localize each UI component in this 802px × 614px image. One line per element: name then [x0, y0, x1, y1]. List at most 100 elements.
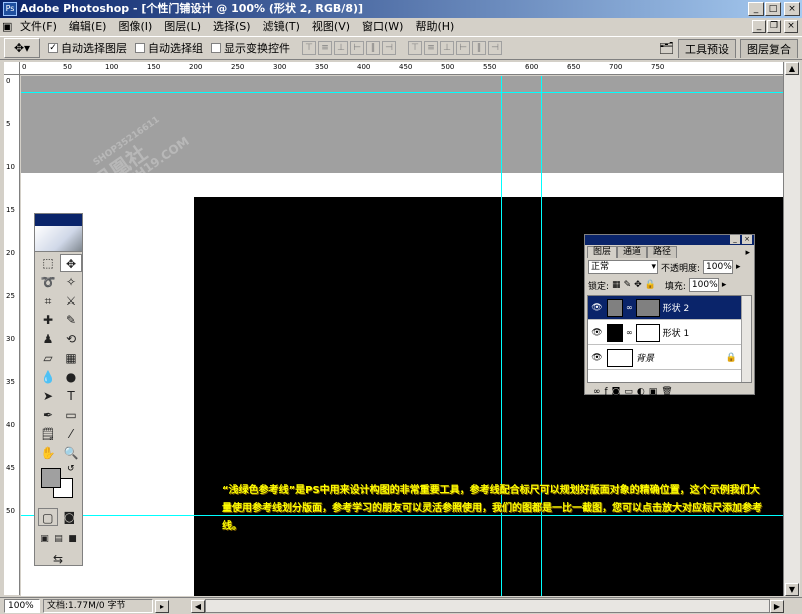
menu-layer[interactable]: 图层(L): [158, 18, 207, 36]
adjustment-layer-icon[interactable]: ◐: [637, 387, 645, 397]
swap-colors-icon[interactable]: ↺: [67, 464, 75, 474]
lock-transparency-icon[interactable]: ▦: [612, 280, 621, 290]
close-button[interactable]: ×: [784, 2, 800, 16]
menu-file[interactable]: 文件(F): [14, 18, 63, 36]
crop-tool-icon[interactable]: ⌗: [37, 292, 59, 310]
tab-tool-presets[interactable]: 工具预设: [678, 38, 736, 58]
marquee-tool-icon[interactable]: ⬚: [37, 254, 59, 272]
lock-all-icon[interactable]: 🔒: [645, 280, 656, 290]
tab-channels[interactable]: 通道: [617, 246, 648, 258]
auto-select-layer-checkbox[interactable]: ✓ 自动选择图层: [48, 40, 127, 56]
auto-select-group-checkbox[interactable]: 自动选择组: [135, 40, 203, 56]
minimize-button[interactable]: _: [748, 2, 764, 16]
delete-layer-icon[interactable]: 🗑: [661, 387, 672, 397]
show-transform-checkbox[interactable]: 显示变换控件: [211, 40, 290, 56]
panel-close-icon[interactable]: ×: [742, 235, 752, 244]
lasso-tool-icon[interactable]: ➰: [37, 273, 59, 291]
menu-view[interactable]: 视图(V): [306, 18, 356, 36]
distribute-top-icon[interactable]: ⊤: [408, 41, 422, 55]
align-right-icon[interactable]: ⊣: [382, 41, 396, 55]
magic-wand-icon[interactable]: ✧: [60, 273, 82, 291]
layers-panel-title-bar[interactable]: _ ×: [585, 235, 754, 245]
document-icon[interactable]: ▣: [0, 18, 14, 36]
tab-layer-comps[interactable]: 图层复合: [740, 38, 798, 58]
menu-filter[interactable]: 滤镜(T): [257, 18, 306, 36]
file-browser-icon[interactable]: 🗂: [659, 41, 674, 55]
tab-paths[interactable]: 路径: [647, 246, 678, 258]
link-layers-icon[interactable]: ∞: [593, 387, 601, 397]
align-left-icon[interactable]: ⊢: [350, 41, 364, 55]
healing-brush-icon[interactable]: ✚: [37, 311, 59, 329]
path-selection-icon[interactable]: ➤: [37, 387, 59, 405]
opacity-arrow-icon[interactable]: ▸: [736, 262, 741, 272]
visibility-eye-icon[interactable]: 👁: [590, 326, 604, 340]
ruler-origin[interactable]: [4, 62, 20, 75]
add-mask-icon[interactable]: ◙: [612, 387, 621, 397]
layer-row-shape-1[interactable]: 👁 ∞ 形状 1: [588, 321, 743, 345]
checkbox-checked[interactable]: ✓: [48, 43, 58, 53]
vector-mask-thumbnail[interactable]: [635, 323, 660, 342]
menu-edit[interactable]: 编辑(E): [63, 18, 113, 36]
clone-stamp-icon[interactable]: ♟: [37, 330, 59, 348]
align-vcenter-icon[interactable]: ≡: [318, 41, 332, 55]
blur-tool-icon[interactable]: 💧: [37, 368, 59, 386]
type-tool-icon[interactable]: T: [60, 387, 82, 405]
scroll-down-icon[interactable]: ▼: [785, 583, 799, 596]
menu-help[interactable]: 帮助(H): [409, 18, 460, 36]
fill-arrow-icon[interactable]: ▸: [722, 280, 727, 290]
photoshop-app-icon[interactable]: Ps: [3, 2, 17, 16]
layers-scrollbar[interactable]: [741, 296, 751, 382]
lock-paint-icon[interactable]: ✎: [624, 280, 632, 290]
vertical-ruler[interactable]: 0 5 10 15 20 25 30 35 40 45 50: [4, 75, 20, 595]
dodge-tool-icon[interactable]: ●: [60, 368, 82, 386]
new-layer-icon[interactable]: ▣: [649, 387, 658, 397]
menu-image[interactable]: 图像(I): [112, 18, 158, 36]
hand-tool-icon[interactable]: ✋: [37, 444, 59, 462]
new-group-icon[interactable]: ▭: [624, 387, 633, 397]
zoom-level[interactable]: 100%: [4, 599, 40, 613]
blend-mode-select[interactable]: 正常 ▾: [588, 260, 658, 274]
history-brush-icon[interactable]: ⟲: [60, 330, 82, 348]
screen-mode-standard-icon[interactable]: ▣: [38, 530, 51, 548]
scroll-right-icon[interactable]: ▶: [770, 599, 784, 613]
maximize-button[interactable]: □: [765, 2, 781, 16]
panel-menu-icon[interactable]: ▸: [745, 248, 750, 258]
distribute-hcenter-icon[interactable]: ‖: [472, 41, 486, 55]
doc-minimize-button[interactable]: _: [752, 20, 766, 33]
layer-row-background[interactable]: 👁 背景 🔒: [588, 346, 743, 370]
layer-row-shape-2[interactable]: 👁 ∞ 形状 2: [588, 296, 743, 320]
document-info[interactable]: 文档:1.77M/0 字节: [43, 599, 153, 613]
toolbox-title-bar[interactable]: [35, 214, 82, 226]
distribute-vcenter-icon[interactable]: ≡: [424, 41, 438, 55]
eyedropper-icon[interactable]: ⁄: [60, 425, 82, 443]
distribute-left-icon[interactable]: ⊢: [456, 41, 470, 55]
slice-tool-icon[interactable]: ⚔: [60, 292, 82, 310]
scroll-up-icon[interactable]: ▲: [785, 62, 799, 75]
pen-tool-icon[interactable]: ✒: [37, 406, 59, 424]
tab-layers[interactable]: 图层: [587, 246, 618, 258]
move-tool-preset-button[interactable]: ✥▾: [4, 38, 40, 58]
imageready-jump-icon[interactable]: ⇆: [38, 550, 78, 568]
panel-minimize-icon[interactable]: _: [730, 235, 740, 244]
screen-mode-menu-icon[interactable]: ▤: [52, 530, 65, 548]
screen-mode-full-icon[interactable]: ■: [66, 530, 79, 548]
photoshop-feather-logo[interactable]: [35, 226, 82, 252]
menu-window[interactable]: 窗口(W): [356, 18, 409, 36]
quick-mask-icon[interactable]: ◙: [60, 508, 79, 526]
guide-horizontal[interactable]: [21, 92, 783, 93]
doc-restore-button[interactable]: ❐: [767, 20, 781, 33]
horizontal-ruler[interactable]: 0 50 100 150 200 250 300 350 400 450 500…: [20, 62, 783, 75]
distribute-bottom-icon[interactable]: ⊥: [440, 41, 454, 55]
rectangle-tool-icon[interactable]: ▭: [60, 406, 82, 424]
layer-style-icon[interactable]: ƒ: [605, 387, 608, 397]
doc-close-button[interactable]: ×: [784, 20, 798, 33]
lock-move-icon[interactable]: ✥: [634, 280, 642, 290]
standard-mode-icon[interactable]: ▢: [38, 508, 58, 526]
opacity-input[interactable]: 100%: [703, 260, 734, 274]
menu-select[interactable]: 选择(S): [207, 18, 257, 36]
vector-mask-thumbnail[interactable]: [635, 298, 660, 317]
align-hcenter-icon[interactable]: ‖: [366, 41, 380, 55]
vertical-scrollbar[interactable]: ▲ ▼: [783, 62, 800, 596]
align-top-icon[interactable]: ⊤: [302, 41, 316, 55]
fill-input[interactable]: 100%: [688, 278, 719, 292]
